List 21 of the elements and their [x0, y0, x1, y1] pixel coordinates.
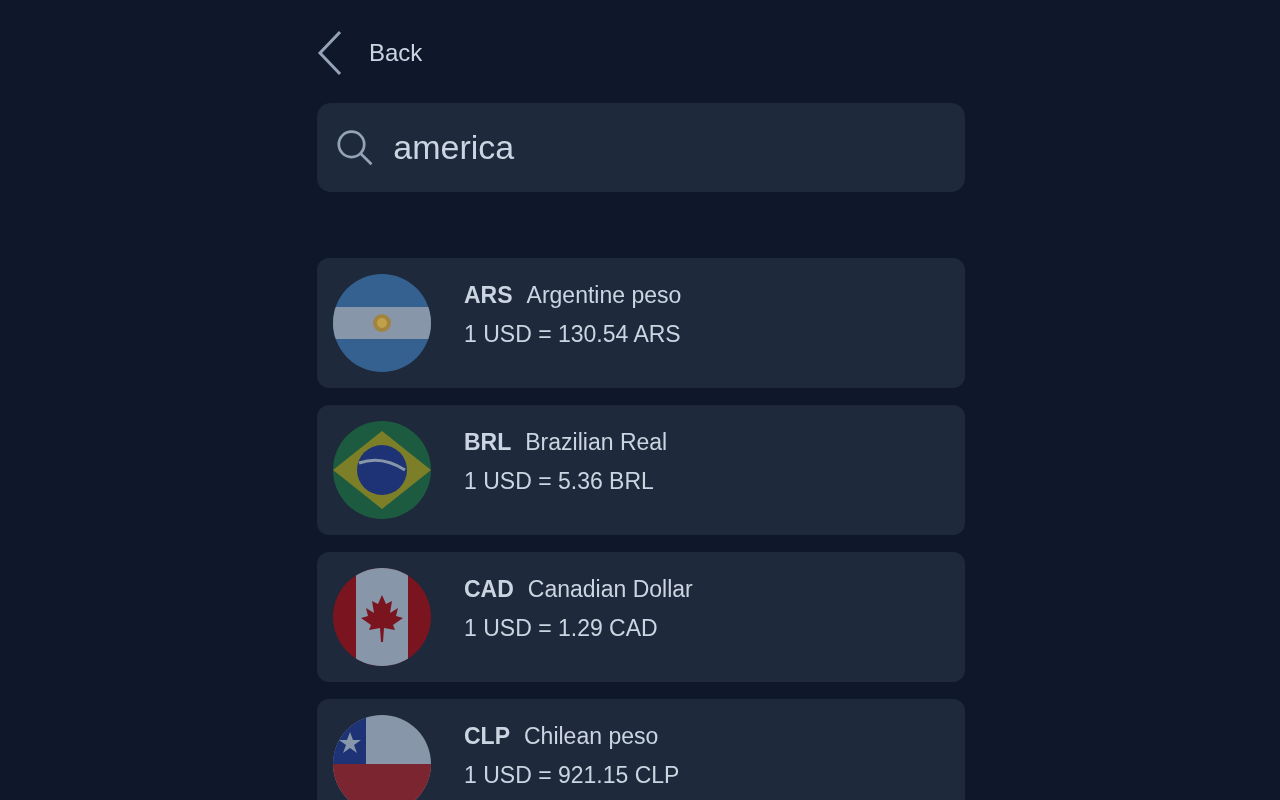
currency-name: Argentine peso: [526, 282, 682, 308]
currency-code: CLP: [464, 723, 510, 749]
exchange-rate: 1 USD = 130.54 ARS: [464, 319, 681, 349]
currency-card[interactable]: CAD Canadian Dollar 1 USD = 1.29 CAD: [317, 552, 965, 682]
currency-code: ARS: [464, 282, 513, 308]
search-input[interactable]: america: [393, 122, 945, 173]
currency-code: BRL: [464, 429, 512, 455]
currency-card[interactable]: BRL Brazilian Real 1 USD = 5.36 BRL: [317, 405, 965, 535]
exchange-rate: 1 USD = 5.36 BRL: [464, 466, 654, 496]
currency-code: CAD: [464, 576, 514, 602]
exchange-rate: 1 USD = 921.15 CLP: [464, 760, 680, 790]
back-button[interactable]: Back: [317, 30, 423, 76]
currency-name: Chilean peso: [524, 723, 659, 749]
chevron-left-icon: [317, 30, 343, 76]
exchange-rate: 1 USD = 1.29 CAD: [464, 613, 658, 643]
search-bar[interactable]: america: [317, 103, 965, 192]
currency-card[interactable]: ARS Argentine peso 1 USD = 130.54 ARS: [317, 258, 965, 388]
currency-name: Brazilian Real: [525, 429, 668, 455]
currency-name: Canadian Dollar: [527, 576, 693, 602]
search-icon: [337, 127, 374, 168]
currency-card[interactable]: CLP Chilean peso 1 USD = 921.15 CLP: [317, 699, 965, 800]
